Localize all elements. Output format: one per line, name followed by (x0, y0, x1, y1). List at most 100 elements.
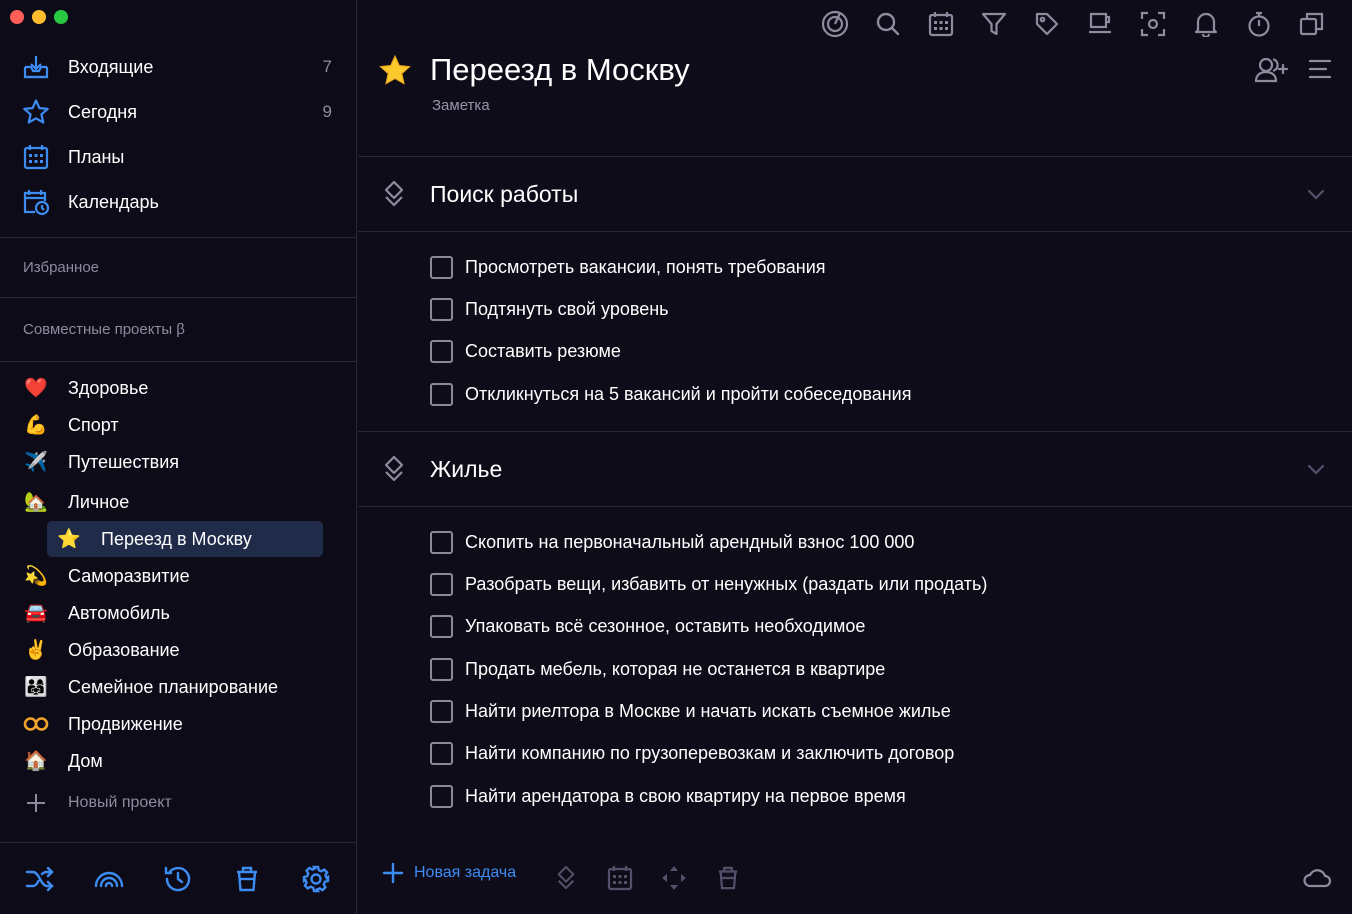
coffee-break-icon[interactable] (1082, 8, 1118, 40)
new-project-button[interactable]: Новый проект (22, 786, 332, 820)
new-project-label: Новый проект (68, 794, 172, 811)
project-label: Здоровье (68, 377, 149, 398)
project-item-car[interactable]: 🚘 Автомобиль (22, 596, 332, 630)
project-item-travel[interactable]: ✈️ Путешествия (22, 445, 332, 479)
new-task-label: Новая задача (414, 864, 517, 881)
project-label: Семейное планирование (68, 676, 279, 697)
project-item-family-planning[interactable]: 👨‍👩‍👧 Семейное планирование (22, 670, 332, 704)
project-item-moving-to-moscow[interactable]: ⭐ Переезд в Москву (47, 521, 323, 557)
history-icon[interactable] (162, 863, 194, 895)
task-checkbox[interactable] (430, 699, 453, 723)
project-note[interactable]: Заметка (432, 97, 490, 114)
tag-icon[interactable] (1029, 8, 1065, 40)
dizzy-star-icon: 💫 (24, 566, 48, 587)
task-checkbox[interactable] (430, 530, 453, 554)
scan-icon[interactable] (1135, 8, 1171, 40)
cloud-sync-icon[interactable] (1302, 864, 1332, 892)
divider (0, 297, 356, 298)
divider (358, 506, 1352, 507)
sidebar-item-label: Планы (68, 146, 125, 167)
task-checkbox[interactable] (430, 741, 453, 765)
project-item-personal[interactable]: 🏡 Личное (22, 485, 332, 519)
section-header-housing[interactable]: Жилье (358, 432, 1352, 506)
menu-list-icon[interactable] (1308, 56, 1332, 89)
section-diamond-icon (384, 180, 404, 207)
project-item-health[interactable]: ❤️ Здоровье (22, 371, 332, 405)
task-checkbox[interactable] (430, 784, 453, 808)
task-item[interactable]: Найти риелтора в Москве и начать искать … (430, 697, 951, 725)
trash-icon[interactable] (231, 863, 263, 895)
section-diamond-icon (384, 455, 404, 482)
sidebar-item-today[interactable]: Сегодня 9 (22, 94, 332, 130)
task-title: Упаковать всё сезонное, оставить необход… (465, 615, 866, 636)
favorites-header[interactable]: Избранное (23, 259, 99, 276)
search-icon[interactable] (870, 8, 906, 40)
add-member-icon[interactable] (1254, 56, 1289, 89)
new-task-button[interactable]: Новая задача (382, 862, 516, 884)
task-item[interactable]: Разобрать вещи, избавить от ненужных (ра… (430, 570, 987, 598)
chevron-down-icon[interactable] (1306, 459, 1326, 479)
task-checkbox[interactable] (430, 572, 453, 596)
add-section-icon[interactable] (552, 864, 580, 892)
trash-icon[interactable] (714, 864, 742, 892)
task-title: Разобрать вещи, избавить от ненужных (ра… (465, 573, 988, 594)
project-title[interactable]: Переезд в Москву (430, 52, 690, 88)
task-checkbox[interactable] (430, 614, 453, 638)
bell-icon[interactable] (1188, 8, 1224, 40)
filter-icon[interactable] (976, 8, 1012, 40)
project-item-promotion[interactable]: Продвижение (22, 707, 332, 741)
shared-projects-header[interactable]: Совместные проекты β (23, 321, 185, 338)
divider (0, 237, 356, 238)
section-header-job-search[interactable]: Поиск работы (358, 157, 1352, 231)
today-count-badge: 9 (322, 102, 332, 121)
shuffle-icon[interactable] (24, 863, 56, 895)
house-garden-icon: 🏡 (24, 492, 48, 513)
task-checkbox[interactable] (430, 339, 453, 363)
task-item[interactable]: Просмотреть вакансии, понять требования (430, 253, 826, 281)
project-item-sport[interactable]: 💪 Спорт (22, 408, 332, 442)
settings-gear-icon[interactable] (300, 863, 332, 895)
timer-icon[interactable] (1241, 8, 1277, 40)
divider (0, 361, 356, 362)
project-label: Путешествия (68, 451, 180, 472)
project-label: Переезд в Москву (101, 528, 252, 549)
project-item-home[interactable]: 🏠 Дом (22, 744, 332, 778)
task-item[interactable]: Найти компанию по грузоперевозкам и закл… (430, 739, 954, 767)
sidebar-item-inbox[interactable]: Входящие 7 (22, 49, 332, 85)
task-title: Найти компанию по грузоперевозкам и закл… (465, 742, 955, 763)
task-title: Откликнуться на 5 вакансий и пройти собе… (465, 383, 912, 404)
calendar-icon[interactable] (923, 8, 959, 40)
task-checkbox[interactable] (430, 297, 453, 321)
task-checkbox[interactable] (430, 657, 453, 681)
copy-window-icon[interactable] (1294, 8, 1330, 40)
task-item[interactable]: Упаковать всё сезонное, оставить необход… (430, 612, 865, 640)
task-checkbox[interactable] (430, 382, 453, 406)
task-checkbox[interactable] (430, 255, 453, 279)
sidebar-item-calendar[interactable]: Календарь (22, 184, 332, 220)
task-item[interactable]: Составить резюме (430, 337, 621, 365)
chevron-down-icon[interactable] (1306, 184, 1326, 204)
task-item[interactable]: Скопить на первоначальный арендный взнос… (430, 528, 914, 556)
sidebar-item-label: Сегодня (68, 101, 137, 122)
project-label: Саморазвитие (68, 565, 190, 586)
task-item[interactable]: Подтянуть свой уровень (430, 295, 669, 323)
project-item-self-development[interactable]: 💫 Саморазвитие (22, 559, 332, 593)
task-item[interactable]: Откликнуться на 5 вакансий и пройти собе… (430, 380, 911, 408)
divider (358, 231, 1352, 232)
zoom-window-button[interactable] (54, 10, 68, 24)
minimize-window-button[interactable] (32, 10, 46, 24)
task-item[interactable]: Продать мебель, которая не останется в к… (430, 655, 885, 683)
wifi-share-icon[interactable] (93, 863, 125, 895)
project-item-education[interactable]: ✌️ Образование (22, 633, 332, 667)
calendar-icon[interactable] (606, 864, 634, 892)
task-item[interactable]: Найти арендатора в свою квартиру на перв… (430, 782, 906, 810)
close-window-button[interactable] (10, 10, 24, 24)
sidebar-item-plans[interactable]: Планы (22, 139, 332, 175)
task-title: Найти арендатора в свою квартиру на перв… (465, 785, 906, 806)
top-toolbar (817, 8, 1330, 40)
flexed-biceps-icon: 💪 (24, 415, 48, 436)
calendar-clock-icon (22, 188, 50, 216)
focus-radar-icon[interactable] (817, 8, 853, 40)
task-title: Скопить на первоначальный арендный взнос… (465, 531, 915, 552)
move-arrows-icon[interactable] (660, 864, 688, 892)
